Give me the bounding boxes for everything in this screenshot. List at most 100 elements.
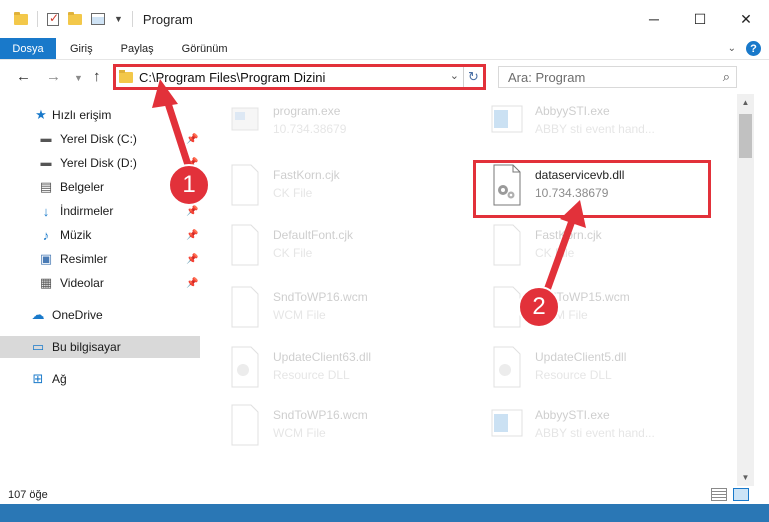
details-view-icon[interactable] bbox=[711, 488, 727, 501]
refresh-icon[interactable]: ↻ bbox=[463, 67, 483, 87]
address-bar[interactable]: C:\Program Files\Program Dizini ⌄ ↻ bbox=[113, 64, 486, 90]
document-file-icon bbox=[231, 286, 259, 328]
pin-icon[interactable]: 📌 bbox=[186, 278, 198, 289]
sidebar-item-label: Videolar bbox=[60, 276, 104, 290]
desktop-background bbox=[0, 504, 769, 522]
ribbon-tabs: Dosya Giriş Paylaş Görünüm ⌄ ? bbox=[0, 38, 769, 60]
file-item[interactable]: SndToWP16.wcm WCM File bbox=[215, 286, 455, 346]
up-arrow-icon[interactable]: ↑ bbox=[93, 68, 101, 85]
scroll-thumb[interactable] bbox=[739, 114, 752, 158]
file-name: program.exe bbox=[273, 104, 341, 118]
music-note-icon: ♪ bbox=[42, 227, 50, 243]
folder-icon[interactable] bbox=[14, 11, 28, 25]
pin-icon[interactable]: 📌 bbox=[186, 254, 198, 265]
sidebar-item-disk-c[interactable]: ▬ Yerel Disk (C:) 📌 bbox=[0, 128, 200, 150]
sidebar-item-disk-d[interactable]: ▬ Yerel Disk (D:) 📌 bbox=[0, 152, 200, 174]
folder-icon bbox=[119, 69, 133, 83]
file-name: UpdateClient5.dll bbox=[535, 350, 627, 364]
toolbar-divider bbox=[37, 11, 38, 27]
documents-icon: ▤ bbox=[39, 179, 53, 194]
exe-file-icon bbox=[231, 107, 259, 131]
file-item[interactable]: SndToWP15.wcm WCM File bbox=[477, 286, 717, 346]
chevron-down-icon[interactable]: ▼ bbox=[114, 14, 123, 24]
file-item[interactable]: SndToWP16.wcm WCM File bbox=[215, 404, 455, 464]
file-name: FastKorn.cjk bbox=[273, 168, 340, 182]
title-bar: ▼ Program ─ ☐ ✕ bbox=[0, 0, 769, 38]
minimize-button[interactable]: ─ bbox=[631, 0, 677, 38]
recent-chevron-icon[interactable]: ▼ bbox=[74, 73, 83, 83]
sidebar-item-pictures[interactable]: ▣ Resimler 📌 bbox=[0, 248, 200, 270]
file-name: FastKorn.cjk bbox=[535, 228, 602, 242]
sidebar-item-music[interactable]: ♪ Müzik 📌 bbox=[0, 224, 200, 246]
cloud-icon: ☁ bbox=[31, 307, 45, 322]
application-window-icon bbox=[491, 105, 523, 133]
callout-badge-one: 1 bbox=[168, 164, 210, 206]
file-list: program.exe 10.734.38679 FastKorn.cjk CK… bbox=[215, 100, 737, 472]
vertical-scrollbar[interactable]: ▲ ▼ bbox=[737, 94, 754, 486]
search-icon[interactable]: ⌕ bbox=[723, 69, 730, 85]
search-input[interactable]: Ara: Program ⌕ bbox=[498, 66, 737, 88]
file-detail: ABBY sti event hand... bbox=[535, 426, 655, 440]
close-button[interactable]: ✕ bbox=[723, 0, 769, 38]
file-item[interactable]: FastKorn.cjk CK File bbox=[477, 224, 717, 284]
chevron-down-icon[interactable]: ⌄ bbox=[450, 69, 459, 82]
file-item[interactable]: AbbyySTI.exe ABBY sti event hand... bbox=[477, 404, 717, 464]
sidebar-item-network[interactable]: ⊞ Ağ bbox=[0, 368, 200, 390]
expand-ribbon-icon[interactable]: ⌄ bbox=[728, 43, 736, 54]
search-placeholder: Ara: Program bbox=[508, 69, 586, 85]
pictures-icon: ▣ bbox=[39, 251, 53, 266]
file-detail: 10.734.38679 bbox=[273, 122, 347, 136]
sidebar-item-label: Bu bilgisayar bbox=[52, 340, 121, 354]
tab-view[interactable]: Görünüm bbox=[168, 38, 242, 59]
file-detail: Resource DLL bbox=[535, 368, 612, 382]
sidebar-item-downloads[interactable]: ↓ İndirmeler 📌 bbox=[0, 200, 200, 222]
sidebar-item-label: Ağ bbox=[52, 372, 67, 386]
new-folder-icon[interactable] bbox=[68, 11, 82, 25]
view-options-icon[interactable] bbox=[91, 13, 105, 25]
help-icon[interactable]: ? bbox=[746, 41, 761, 56]
scroll-down-arrow-icon[interactable]: ▼ bbox=[737, 469, 754, 486]
callout-badge-two: 2 bbox=[518, 286, 560, 328]
pin-icon[interactable]: 📌 bbox=[186, 134, 198, 145]
pin-icon[interactable]: 📌 bbox=[186, 230, 198, 241]
maximize-button[interactable]: ☐ bbox=[677, 0, 723, 38]
sidebar-item-quick-access[interactable]: ★ Hızlı erişim bbox=[0, 104, 200, 126]
file-item[interactable]: UpdateClient63.dll Resource DLL bbox=[215, 346, 455, 406]
star-icon: ★ bbox=[35, 107, 47, 122]
tab-file[interactable]: Dosya bbox=[0, 38, 56, 59]
scroll-up-arrow-icon[interactable]: ▲ bbox=[737, 94, 754, 111]
address-path[interactable]: C:\Program Files\Program Dizini bbox=[139, 70, 325, 85]
file-item[interactable]: AbbyySTI.exe ABBY sti event hand... bbox=[477, 100, 717, 160]
tab-home[interactable]: Giriş bbox=[56, 38, 107, 59]
back-arrow-icon[interactable]: ← bbox=[16, 68, 31, 85]
file-name: DefaultFont.cjk bbox=[273, 228, 354, 242]
file-name: UpdateClient63.dll bbox=[273, 350, 372, 364]
sidebar-item-videos[interactable]: ▦ Videolar 📌 bbox=[0, 272, 200, 294]
toolbar-divider bbox=[131, 11, 133, 27]
sidebar-item-this-pc[interactable]: ▭ Bu bilgisayar bbox=[0, 336, 200, 358]
sidebar-item-label: Hızlı erişim bbox=[52, 108, 112, 122]
file-item[interactable]: FastKorn.cjk CK File bbox=[215, 164, 455, 224]
tab-share[interactable]: Paylaş bbox=[107, 38, 168, 59]
drive-icon: ▬ bbox=[40, 157, 52, 169]
file-detail: Resource DLL bbox=[273, 368, 350, 382]
file-item[interactable]: DefaultFont.cjk CK File bbox=[215, 224, 455, 284]
pin-icon[interactable]: 📌 bbox=[186, 206, 198, 217]
file-name: AbbyySTI.exe bbox=[535, 408, 610, 422]
properties-check-icon[interactable] bbox=[47, 11, 59, 26]
download-arrow-icon: ↓ bbox=[42, 203, 50, 219]
file-detail: WCM File bbox=[273, 426, 326, 440]
file-item[interactable]: program.exe 10.734.38679 bbox=[215, 100, 455, 160]
forward-arrow-icon[interactable]: → bbox=[46, 68, 61, 85]
sidebar-item-onedrive[interactable]: ☁ OneDrive bbox=[0, 304, 200, 326]
file-detail: WCM File bbox=[273, 308, 326, 322]
status-bar: 107 öğe bbox=[0, 486, 769, 504]
tiles-view-icon[interactable] bbox=[733, 488, 749, 501]
dll-gear-file-icon bbox=[493, 346, 521, 388]
quick-access-toolbar: ▼ bbox=[14, 11, 133, 27]
sidebar-item-label: Resimler bbox=[60, 252, 108, 266]
computer-icon: ▭ bbox=[31, 339, 45, 354]
file-item[interactable]: UpdateClient5.dll Resource DLL bbox=[477, 346, 717, 406]
application-window-icon bbox=[491, 409, 523, 437]
file-detail: CK File bbox=[273, 186, 313, 200]
